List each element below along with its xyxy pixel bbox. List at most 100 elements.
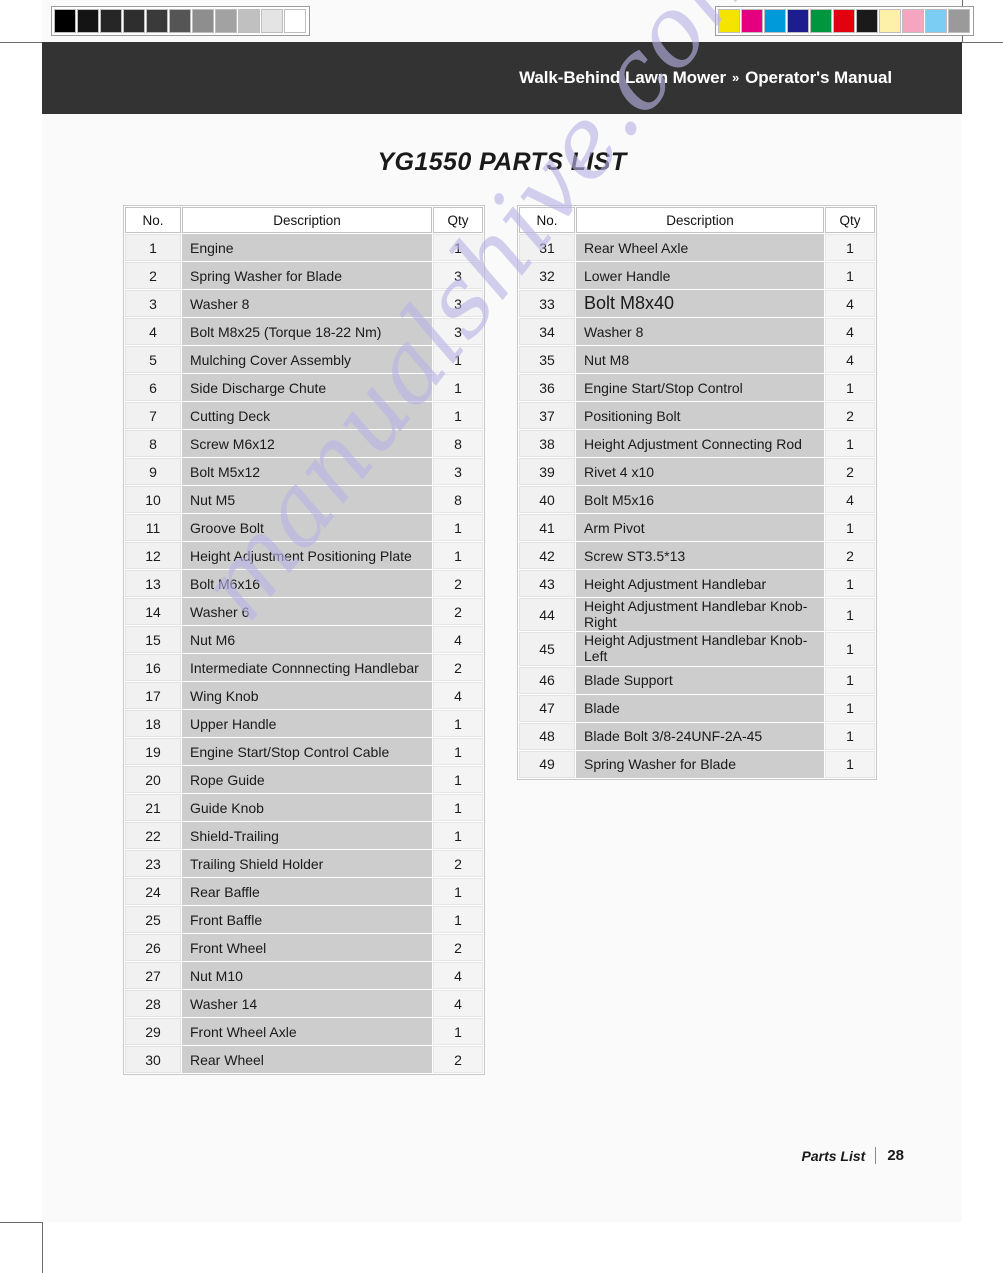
cell-part-description: Groove Bolt <box>182 514 432 541</box>
color-calibration-strip <box>715 6 974 36</box>
cell-part-number: 8 <box>125 430 181 457</box>
cell-part-number: 24 <box>125 878 181 905</box>
crop-mark-bottom-left <box>0 1222 43 1273</box>
cell-part-description: Blade Bolt 3/8-24UNF-2A-45 <box>576 722 824 750</box>
cell-part-number: 23 <box>125 850 181 877</box>
cell-part-description: Height Adjustment Connecting Rod <box>576 430 824 457</box>
table-row: 21 Guide Knob 1 <box>125 794 483 821</box>
cell-part-qty: 2 <box>825 402 875 429</box>
cell-part-qty: 8 <box>433 486 483 513</box>
cell-part-qty: 1 <box>433 346 483 373</box>
color-swatch-5 <box>833 9 855 33</box>
table-row: 22 Shield-Trailing 1 <box>125 822 483 849</box>
cell-part-description: Front Wheel <box>182 934 432 961</box>
cell-part-number: 12 <box>125 542 181 569</box>
greyscale-swatch-0 <box>54 9 76 33</box>
cell-part-number: 31 <box>519 234 575 261</box>
table-row: 8 Screw M6x12 8 <box>125 430 483 457</box>
cell-part-qty: 1 <box>433 738 483 765</box>
footer-section-label: Parts List <box>801 1147 866 1164</box>
table-header-right: No. Description Qty <box>519 207 875 233</box>
cell-part-number: 5 <box>125 346 181 373</box>
cell-part-qty: 4 <box>825 318 875 345</box>
cell-part-number: 44 <box>519 598 575 632</box>
cell-part-qty: 1 <box>433 514 483 541</box>
table-row: 24 Rear Baffle 1 <box>125 878 483 905</box>
cell-part-number: 28 <box>125 990 181 1017</box>
cell-part-number: 38 <box>519 430 575 457</box>
table-header-row: No. Description Qty <box>125 207 483 233</box>
cell-part-number: 3 <box>125 290 181 317</box>
cell-part-description: Guide Knob <box>182 794 432 821</box>
cell-part-description: Lower Handle <box>576 262 824 289</box>
cell-part-qty: 1 <box>825 234 875 261</box>
cell-part-description: Nut M6 <box>182 626 432 653</box>
cell-part-description: Blade <box>576 694 824 722</box>
cell-part-qty: 4 <box>825 486 875 513</box>
color-swatch-6 <box>856 9 878 33</box>
cell-part-qty: 4 <box>433 962 483 989</box>
cell-part-number: 14 <box>125 598 181 625</box>
table-row: 46 Blade Support 1 <box>519 666 875 694</box>
cell-part-qty: 3 <box>433 458 483 485</box>
cell-part-number: 21 <box>125 794 181 821</box>
table-row: 19 Engine Start/Stop Control Cable 1 <box>125 738 483 765</box>
cell-part-description: Mulching Cover Assembly <box>182 346 432 373</box>
table-row: 2 Spring Washer for Blade 3 <box>125 262 483 289</box>
cell-part-description: Rear Wheel <box>182 1046 432 1073</box>
cell-part-number: 45 <box>519 632 575 666</box>
cell-part-number: 19 <box>125 738 181 765</box>
greyscale-swatch-4 <box>146 9 168 33</box>
cell-part-qty: 1 <box>433 710 483 737</box>
greyscale-swatch-9 <box>261 9 283 33</box>
cell-part-number: 1 <box>125 234 181 261</box>
cell-part-description: Spring Washer for Blade <box>576 750 824 778</box>
cell-part-qty: 1 <box>825 722 875 750</box>
table-body-right: 31 Rear Wheel Axle 1 32 Lower Handle 1 33 Bolt … <box>519 234 875 778</box>
cell-part-number: 17 <box>125 682 181 709</box>
table-row: 44 Height Adjustment Handlebar Knob-Right… <box>519 598 875 632</box>
footer-divider <box>875 1147 877 1164</box>
table-row: 16 Intermediate Connnecting Handlebar 2 <box>125 654 483 681</box>
table-header-row: No. Description Qty <box>519 207 875 233</box>
table-row: 27 Nut M10 4 <box>125 962 483 989</box>
cell-part-qty: 4 <box>433 990 483 1017</box>
table-row: 6 Side Discharge Chute 1 <box>125 374 483 401</box>
table-row: 42 Screw ST3.5*13 2 <box>519 542 875 569</box>
table-row: 39 Rivet 4 x10 2 <box>519 458 875 485</box>
column-header-no: No. <box>125 207 181 233</box>
greyscale-swatch-2 <box>100 9 122 33</box>
table-row: 30 Rear Wheel 2 <box>125 1046 483 1073</box>
table-row: 40 Bolt M5x16 4 <box>519 486 875 513</box>
table-row: 32 Lower Handle 1 <box>519 262 875 289</box>
table-row: 33 Bolt M8x40 4 <box>519 290 875 317</box>
table-row: 25 Front Baffle 1 <box>125 906 483 933</box>
cell-part-number: 2 <box>125 262 181 289</box>
cell-part-number: 13 <box>125 570 181 597</box>
cell-part-qty: 1 <box>825 374 875 401</box>
cell-part-qty: 1 <box>433 906 483 933</box>
cell-part-qty: 1 <box>433 878 483 905</box>
cell-part-number: 36 <box>519 374 575 401</box>
cell-part-description: Bolt M8x25 (Torque 18-22 Nm) <box>182 318 432 345</box>
cell-part-number: 29 <box>125 1018 181 1045</box>
table-row: 15 Nut M6 4 <box>125 626 483 653</box>
color-swatch-3 <box>787 9 809 33</box>
color-swatch-10 <box>948 9 970 33</box>
table-row: 45 Height Adjustment Handlebar Knob-Left 1 <box>519 632 875 666</box>
cell-part-number: 18 <box>125 710 181 737</box>
cell-part-number: 7 <box>125 402 181 429</box>
cell-part-qty: 2 <box>433 934 483 961</box>
table-row: 36 Engine Start/Stop Control 1 <box>519 374 875 401</box>
cell-part-qty: 2 <box>825 542 875 569</box>
cell-part-qty: 4 <box>433 682 483 709</box>
cell-part-qty: 1 <box>433 542 483 569</box>
cell-part-description: Front Wheel Axle <box>182 1018 432 1045</box>
cell-part-description: Intermediate Connnecting Handlebar <box>182 654 432 681</box>
cell-part-description: Arm Pivot <box>576 514 824 541</box>
cell-part-description: Nut M10 <box>182 962 432 989</box>
cell-part-number: 32 <box>519 262 575 289</box>
cell-part-description: Washer 8 <box>576 318 824 345</box>
cell-part-description: Rear Baffle <box>182 878 432 905</box>
table-row: 11 Groove Bolt 1 <box>125 514 483 541</box>
